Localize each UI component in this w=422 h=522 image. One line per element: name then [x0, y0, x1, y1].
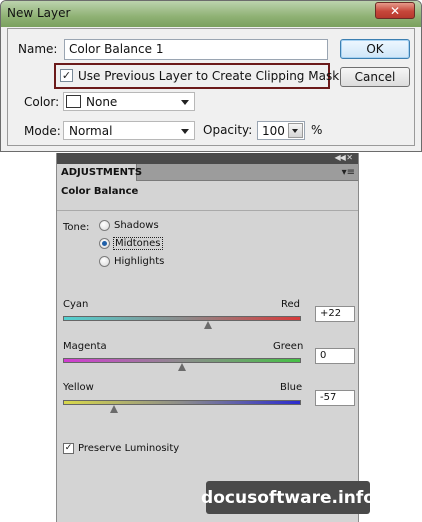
tone-shadows-label[interactable]: Shadows: [114, 220, 159, 231]
panel-tabbar: ADJUSTMENTS ▾≡: [57, 164, 358, 181]
cyan-red-value-input[interactable]: +22: [315, 306, 355, 322]
name-label: Name:: [18, 42, 58, 56]
yellow-blue-slider-thumb[interactable]: [110, 405, 119, 413]
tone-midtones-label[interactable]: Midtones: [113, 237, 163, 250]
layer-name-input[interactable]: Color Balance 1: [64, 39, 328, 60]
preserve-luminosity-label[interactable]: Preserve Luminosity: [78, 443, 179, 454]
color-balance-heading: Color Balance: [61, 186, 139, 197]
chevron-down-icon: [292, 129, 298, 133]
tone-radio-highlights[interactable]: [99, 256, 110, 267]
yellow-blue-value-input[interactable]: -57: [315, 390, 355, 406]
mode-value: Normal: [69, 124, 113, 138]
color-label: Color:: [24, 95, 60, 109]
mode-select[interactable]: Normal: [63, 121, 195, 140]
chevron-down-icon: [181, 129, 189, 134]
watermark: docusoftware.info: [201, 481, 375, 514]
slider-cyan-label: Cyan: [63, 299, 89, 310]
tab-adjustments[interactable]: ADJUSTMENTS: [57, 164, 142, 181]
dialog-title: New Layer: [7, 6, 71, 20]
cancel-button[interactable]: Cancel: [340, 67, 410, 87]
adjustments-panel: ◀◀ ✕ ADJUSTMENTS ▾≡ Color Balance Tone: …: [56, 153, 359, 522]
cyan-red-slider-track[interactable]: [63, 316, 301, 321]
color-select[interactable]: None: [63, 92, 195, 111]
ok-button[interactable]: OK: [340, 39, 410, 59]
tone-highlights-label[interactable]: Highlights: [114, 256, 164, 267]
opacity-label: Opacity:: [203, 123, 253, 137]
cyan-red-slider-thumb[interactable]: [204, 321, 213, 329]
new-layer-dialog: New Layer ✕ Name: Color Balance 1 OK Can…: [0, 0, 422, 152]
preserve-luminosity-checkbox[interactable]: ✓: [63, 443, 74, 454]
opacity-input[interactable]: 100: [257, 121, 305, 140]
yellow-blue-slider-track[interactable]: [63, 400, 301, 405]
clipping-mask-label[interactable]: Use Previous Layer to Create Clipping Ma…: [78, 69, 339, 83]
dialog-titlebar: New Layer ✕: [1, 1, 421, 27]
tone-label: Tone:: [63, 222, 90, 233]
slider-blue-label: Blue: [280, 382, 303, 393]
tone-radio-midtones[interactable]: [99, 238, 110, 249]
slider-green-label: Green: [273, 341, 304, 352]
dialog-body: Name: Color Balance 1 OK Cancel ✓ Use Pr…: [7, 28, 415, 146]
panel-header-strip: ◀◀ ✕: [57, 153, 358, 164]
slider-red-label: Red: [281, 299, 300, 310]
magenta-green-slider-thumb[interactable]: [178, 363, 186, 371]
mode-label: Mode:: [24, 124, 61, 138]
chevron-down-icon: [181, 100, 189, 105]
opacity-value: 100: [262, 124, 285, 138]
color-value: None: [86, 95, 118, 109]
tone-radio-shadows[interactable]: [99, 220, 110, 231]
color-swatch: [66, 95, 81, 108]
collapse-icon[interactable]: ◀◀ ✕: [334, 153, 353, 162]
panel-menu-icon[interactable]: ▾≡: [342, 167, 355, 178]
magenta-green-value-input[interactable]: 0: [315, 348, 355, 364]
divider: [57, 210, 358, 211]
opacity-dropdown-button[interactable]: [288, 123, 303, 138]
opacity-unit: %: [311, 123, 323, 137]
slider-magenta-label: Magenta: [63, 341, 107, 352]
slider-yellow-label: Yellow: [63, 382, 94, 393]
close-button[interactable]: ✕: [375, 2, 415, 19]
close-icon: ✕: [389, 3, 401, 18]
clipping-mask-checkbox[interactable]: ✓: [60, 69, 73, 82]
